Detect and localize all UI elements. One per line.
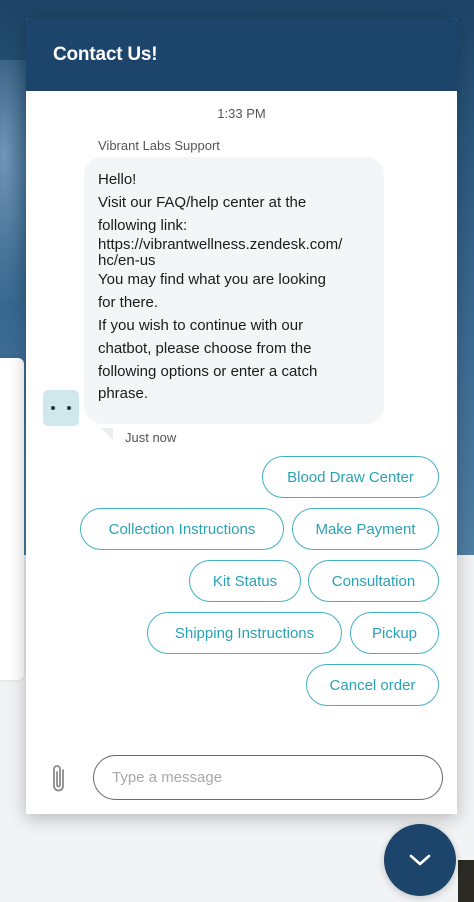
message-line: If you wish to continue with our [98,316,304,334]
quick-reply-consultation[interactable]: Consultation [308,560,439,602]
chevron-down-icon [409,854,431,866]
message-input[interactable] [93,755,443,800]
message-line: chatbot, please choose from the [98,339,312,357]
avatar-eye [67,406,71,410]
quick-reply-blood-draw-center[interactable]: Blood Draw Center [262,456,439,498]
paperclip-icon[interactable] [48,763,72,795]
message-line: phrase. [98,385,149,403]
widget-title: Contact Us! [53,43,158,65]
conversation-timestamp: 1:33 PM [217,106,266,121]
message-composer [26,742,457,814]
quick-reply-shipping-instructions[interactable]: Shipping Instructions [147,612,342,654]
background-page-card [0,358,24,680]
quick-reply-cancel-order[interactable]: Cancel order [306,664,439,706]
message-line: Hello! [98,171,137,188]
background-page-edge [458,860,474,902]
message-line: Visit our FAQ/help center at the [98,193,307,211]
message-line: following link: [98,216,188,234]
message-bubble: Hello! Visit our FAQ/help center at the … [84,157,384,424]
message-status: Just now [125,430,177,445]
quick-reply-make-payment[interactable]: Make Payment [292,508,439,550]
agent-name: Vibrant Labs Support [98,138,220,153]
message-link-line: https://vibrantwellness.zendesk.com/ [98,236,343,254]
message-line: following options or enter a catch [98,362,318,380]
quick-reply-kit-status[interactable]: Kit Status [189,560,301,602]
avatar-eye [51,406,55,410]
widget-header: Contact Us! [26,18,457,91]
quick-reply-pickup[interactable]: Pickup [350,612,439,654]
bubble-tail [101,428,113,440]
message-link-line: hc/en-us [98,252,156,270]
quick-reply-collection-instructions[interactable]: Collection Instructions [80,508,284,550]
message-line: You may find what you are looking [98,271,326,289]
chat-launcher-button[interactable] [384,824,456,896]
chat-widget: Contact Us! 1:33 PM Vibrant Labs Support… [26,18,457,814]
bot-avatar-icon [43,390,79,426]
message-line: for there. [98,294,159,312]
